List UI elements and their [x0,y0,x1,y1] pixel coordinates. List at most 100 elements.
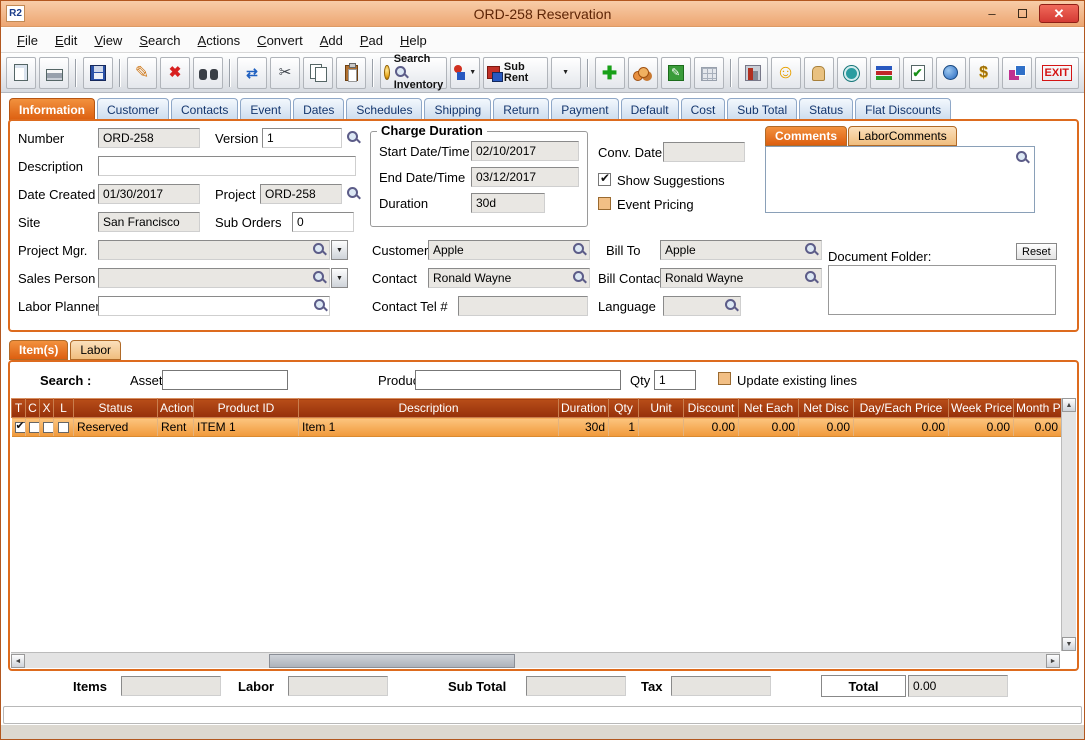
language-lookup-icon[interactable] [724,298,739,313]
table-row[interactable]: Reserved Rent ITEM 1 Item 1 30d 1 0.00 0… [12,418,1062,437]
crew-button[interactable] [628,57,658,89]
tab-event[interactable]: Event [240,98,291,120]
menu-add[interactable]: Add [312,30,351,51]
new-button[interactable] [6,57,36,89]
vertical-scrollbar[interactable]: ▲ ▼ [1061,398,1076,651]
scroll-left-button[interactable]: ◄ [11,654,25,668]
customer-field[interactable] [428,240,590,260]
company-button[interactable] [738,57,768,89]
notes-button[interactable]: ✎ [661,57,691,89]
cell-net-disc[interactable]: 0.00 [799,418,854,437]
cell-action[interactable]: Rent [158,418,194,437]
scroll-up-button[interactable]: ▲ [1062,398,1076,412]
tab-items[interactable]: Item(s) [9,340,68,360]
col-action[interactable]: Action [158,399,194,418]
x-checkbox[interactable] [43,422,54,433]
tab-schedules[interactable]: Schedules [346,98,422,120]
tab-comments[interactable]: Comments [765,126,847,146]
cell-day-each-price[interactable]: 0.00 [854,418,949,437]
bill-to-lookup-icon[interactable] [804,242,819,257]
tab-default[interactable]: Default [621,98,679,120]
feedback-button[interactable]: ☺ [771,57,801,89]
edit-button[interactable]: ✎ [127,57,157,89]
cell-week-price[interactable]: 0.00 [949,418,1014,437]
sales-person-dropdown[interactable]: ▼ [331,268,348,288]
col-month-price[interactable]: Month Pr [1014,399,1062,418]
cell-unit[interactable] [639,418,684,437]
col-qty[interactable]: Qty [609,399,639,418]
exit-button[interactable]: EXIT [1035,57,1079,89]
find-button[interactable] [193,57,223,89]
contact-field[interactable] [428,268,590,288]
tab-dates[interactable]: Dates [293,98,344,120]
scroll-down-button[interactable]: ▼ [1062,637,1076,651]
cell-product-id[interactable]: ITEM 1 [194,418,299,437]
tax-field[interactable] [671,676,771,696]
sub-orders-field[interactable] [292,212,354,232]
project-field[interactable] [260,184,342,204]
menu-file[interactable]: File [9,30,46,51]
end-date-field[interactable] [471,167,579,187]
sub-total-field[interactable] [526,676,626,696]
customer-lookup-icon[interactable] [572,242,587,257]
cell-duration[interactable]: 30d [559,418,609,437]
scrollbar-thumb[interactable] [269,654,515,668]
minimize-button[interactable]: – [979,5,1005,23]
col-l[interactable]: L [54,399,74,418]
convert-button[interactable]: ⇄ [237,57,267,89]
contact-lookup-icon[interactable] [572,270,587,285]
hand-button[interactable] [804,57,834,89]
t-checkbox[interactable] [15,422,26,433]
col-x[interactable]: X [40,399,54,418]
project-mgr-field[interactable] [98,240,330,260]
project-lookup-icon[interactable] [346,186,361,201]
menu-actions[interactable]: Actions [190,30,249,51]
labor-planner-lookup-icon[interactable] [313,298,328,313]
date-created-field[interactable] [98,184,200,204]
close-button[interactable]: ✕ [1039,4,1079,23]
col-status[interactable]: Status [74,399,158,418]
show-suggestions-checkbox[interactable] [598,173,611,186]
tab-flat-discounts[interactable]: Flat Discounts [855,98,951,120]
title-bar[interactable]: R2 ORD-258 Reservation – ✕ [1,1,1084,27]
tab-labor[interactable]: Labor [70,340,121,360]
col-c[interactable]: C [26,399,40,418]
document-folder-box[interactable] [828,265,1056,315]
col-week-price[interactable]: Week Price [949,399,1014,418]
tab-return[interactable]: Return [493,98,549,120]
cell-discount[interactable]: 0.00 [684,418,739,437]
shapes-menu-button[interactable]: ▼ [450,57,480,89]
bill-contact-field[interactable] [660,268,822,288]
save-button[interactable] [83,57,113,89]
sales-person-lookup-icon[interactable] [312,270,327,285]
items-total-field[interactable] [121,676,221,696]
labor-planner-field[interactable] [98,296,330,316]
tab-labor-comments[interactable]: LaborComments [848,126,957,146]
update-existing-lines-checkbox[interactable] [718,372,731,385]
clock-button[interactable] [837,57,867,89]
checklist-button[interactable]: ✔ [903,57,933,89]
contact-tel-field[interactable] [458,296,588,316]
menu-convert[interactable]: Convert [249,30,311,51]
project-mgr-lookup-icon[interactable] [312,242,327,257]
menu-view[interactable]: View [86,30,130,51]
col-net-each[interactable]: Net Each [739,399,799,418]
version-field[interactable] [262,128,342,148]
asset-input[interactable] [162,370,288,390]
conv-date-field[interactable] [663,142,745,162]
tab-cost[interactable]: Cost [681,98,726,120]
paste-button[interactable] [336,57,366,89]
col-unit[interactable]: Unit [639,399,684,418]
tab-payment[interactable]: Payment [551,98,618,120]
currency-globe-button[interactable] [936,57,966,89]
cell-month-price[interactable]: 0.00 [1014,418,1062,437]
cell-status[interactable]: Reserved [74,418,158,437]
cut-button[interactable]: ✂ [270,57,300,89]
scroll-right-button[interactable]: ► [1046,654,1060,668]
event-pricing-checkbox[interactable] [598,197,611,210]
maximize-button[interactable] [1009,5,1035,23]
cell-qty[interactable]: 1 [609,418,639,437]
tab-contacts[interactable]: Contacts [171,98,238,120]
reset-button[interactable]: Reset [1016,243,1057,260]
l-checkbox[interactable] [58,422,69,433]
